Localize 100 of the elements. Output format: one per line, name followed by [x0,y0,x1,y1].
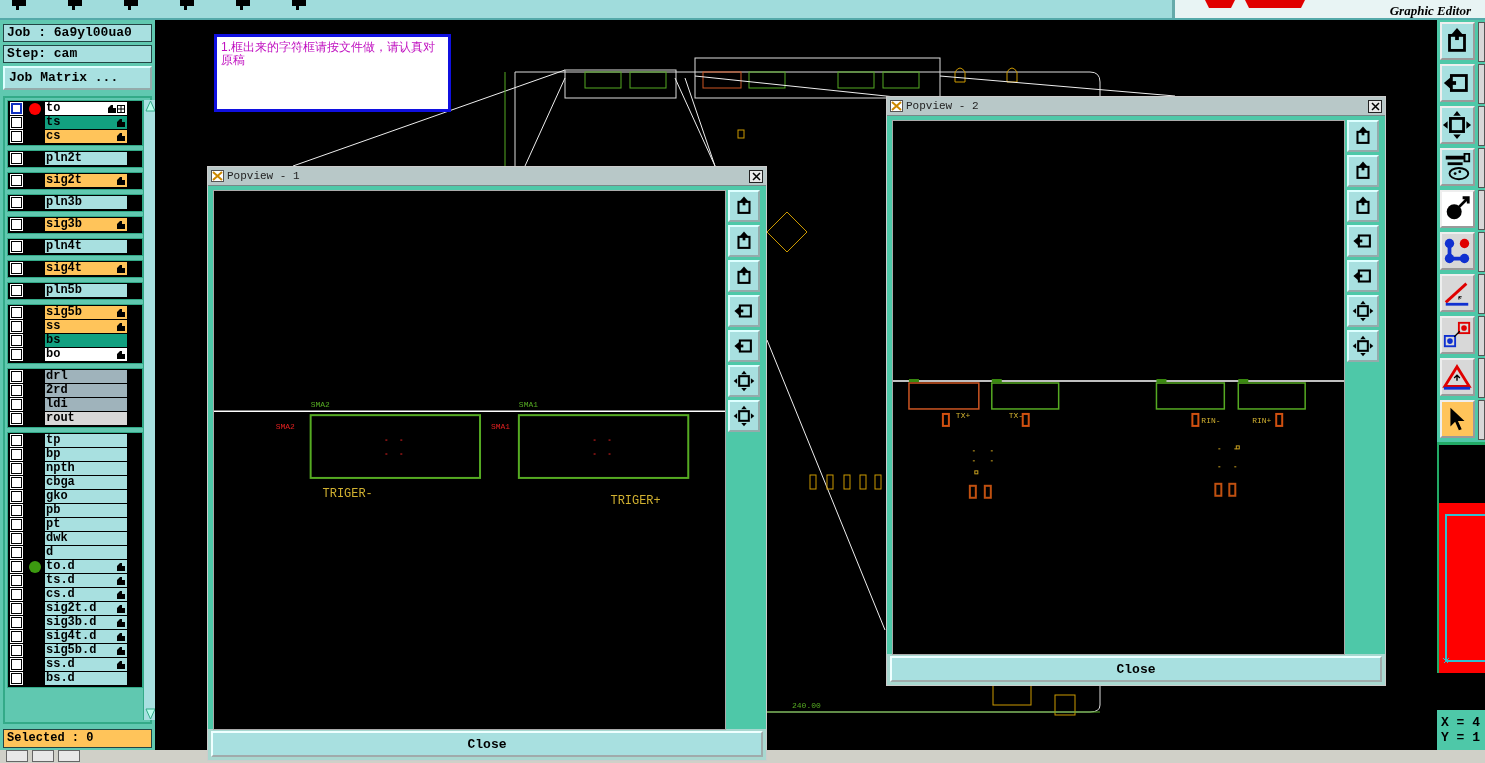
layer-checkbox[interactable] [11,335,22,347]
layer-item[interactable]: bo [45,348,127,362]
layer-item[interactable]: cbga [45,476,127,490]
close-button[interactable]: Close [890,656,1382,682]
layer-name: tp [46,434,61,448]
layer-item[interactable]: tp [45,434,127,448]
layer-item[interactable]: sig4t.d [45,630,127,644]
view-button[interactable] [728,295,761,327]
layer-checkbox[interactable] [11,197,22,209]
layer-checkbox[interactable] [11,561,22,573]
layer-item[interactable]: ss.d [45,658,127,672]
view-button[interactable] [1347,225,1380,257]
bottom-button[interactable] [6,750,28,762]
layer-checkbox[interactable] [11,617,22,629]
layer-checkbox[interactable] [11,645,22,657]
grid-icon [117,104,125,113]
view-button[interactable] [728,330,761,362]
layer-checkbox[interactable] [11,547,22,559]
layer-checkbox[interactable] [11,631,22,643]
layer-checkbox[interactable] [11,219,22,231]
layer-item[interactable]: dwk [45,532,127,546]
view-button[interactable] [1347,330,1380,362]
layer-item[interactable]: sig2t [45,174,127,188]
layer-checkbox[interactable] [11,589,22,601]
job-matrix-button[interactable]: Job Matrix ... [3,66,152,90]
layer-checkbox[interactable] [11,117,22,129]
layer-checkbox[interactable] [11,435,22,447]
layer-checkbox[interactable] [11,477,22,489]
layer-checkbox[interactable] [11,371,22,383]
layer-checkbox[interactable] [11,263,22,275]
layer-checkbox[interactable] [11,519,22,531]
layer-item[interactable]: bs [45,334,127,348]
layer-checkbox[interactable] [11,321,22,333]
layer-item[interactable]: pt [45,518,127,532]
layer-item[interactable]: sig4t [45,262,127,276]
layer-name: pln4t [46,240,82,254]
layer-checkbox[interactable] [11,575,22,587]
layer-item[interactable]: npth [45,462,127,476]
layer-item[interactable]: to [45,102,127,116]
layer-checkbox[interactable] [11,103,22,115]
layer-item[interactable]: sig3b.d [45,616,127,630]
view-button[interactable] [1347,120,1380,152]
layer-checkbox[interactable] [11,603,22,615]
view-button[interactable] [728,365,761,397]
layer-checkbox[interactable] [11,673,22,685]
layer-item[interactable]: bp [45,448,127,462]
layer-checkbox[interactable] [11,659,22,671]
layer-item[interactable]: rout [45,412,127,426]
layer-item[interactable]: gko [45,490,127,504]
view-button[interactable] [1347,295,1380,327]
layer-checkbox[interactable] [11,285,22,297]
layer-name: pln2t [46,152,82,166]
layer-item[interactable]: sig5b [45,306,127,320]
layer-item[interactable]: ts.d [45,574,127,588]
layer-item[interactable]: sig5b.d [45,644,127,658]
layer-checkbox[interactable] [11,131,22,143]
bottom-button[interactable] [58,750,80,762]
view-button[interactable] [728,225,761,257]
layer-item[interactable]: pln4t [45,240,127,254]
layer-checkbox[interactable] [11,533,22,545]
layer-name: bs.d [46,672,75,686]
layer-item[interactable]: ldi [45,398,127,412]
layer-item[interactable]: cs.d [45,588,127,602]
layer-item[interactable]: pb [45,504,127,518]
view-button[interactable] [728,400,761,432]
layer-item[interactable]: ss [45,320,127,334]
view-button[interactable] [1347,190,1380,222]
bottom-button[interactable] [32,750,54,762]
layer-item[interactable]: drl [45,370,127,384]
layer-item[interactable]: pln3b [45,196,127,210]
layer-checkbox[interactable] [11,449,22,461]
layer-checkbox[interactable] [11,241,22,253]
layer-item[interactable]: sig3b [45,218,127,232]
layer-checkbox[interactable] [11,349,22,361]
layer-item[interactable]: sig2t.d [45,602,127,616]
close-button[interactable]: Close [211,731,763,757]
layer-item[interactable]: bs.d [45,672,127,686]
layer-checkbox[interactable] [11,385,22,397]
layer-checkbox[interactable] [11,399,22,411]
layer-item[interactable]: pln5b [45,284,127,298]
layer-checkbox[interactable] [11,307,22,319]
layer-checkbox[interactable] [11,175,22,187]
layer-checkbox[interactable] [11,463,22,475]
layer-checkbox[interactable] [11,413,22,425]
layer-item[interactable]: d [45,546,127,560]
layer-item[interactable]: cs [45,130,127,144]
view-button[interactable] [1347,260,1380,292]
view-button[interactable] [728,190,761,222]
view-button[interactable] [728,260,761,292]
layer-item[interactable]: ts [45,116,127,130]
close-button[interactable] [749,169,763,183]
close-button[interactable] [1368,99,1382,113]
layer-item[interactable]: pln2t [45,152,127,166]
layer-checkbox[interactable] [11,153,22,165]
layer-name: sig2t.d [46,602,97,616]
layer-checkbox[interactable] [11,491,22,503]
layer-checkbox[interactable] [11,505,22,517]
layer-item[interactable]: 2rd [45,384,127,398]
view-button[interactable] [1347,155,1380,187]
layer-item[interactable]: to.d [45,560,127,574]
